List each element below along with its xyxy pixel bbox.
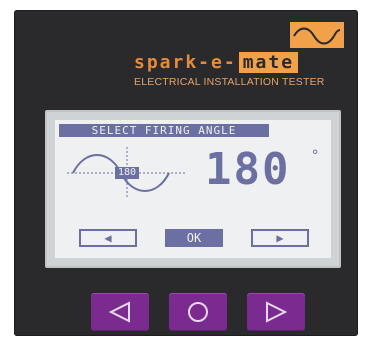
lcd-ok-button[interactable]: OK (165, 229, 223, 247)
brand-logo: spark-e-mate (134, 22, 344, 80)
triangle-left-icon (108, 301, 130, 323)
right-button[interactable] (247, 293, 305, 331)
wave-marker: 180 (115, 167, 139, 179)
triangle-right-icon (266, 301, 288, 323)
lcd-left-button[interactable]: ◀ (79, 229, 137, 247)
circle-icon (188, 302, 208, 322)
degree-symbol: ° (311, 148, 320, 164)
product-subtitle: ELECTRICAL INSTALLATION TESTER (134, 76, 325, 88)
brand-wordmark: spark-e-mate (134, 52, 299, 73)
lcd-title: SELECT FIRING ANGLE (59, 124, 269, 137)
left-button[interactable] (91, 293, 149, 331)
lcd-right-button[interactable]: ▶ (251, 229, 309, 247)
wave-marker-label: 180 (117, 167, 137, 178)
lcd-frame: SELECT FIRING ANGLE 180 180 ° ◀ OK ▶ (45, 110, 341, 268)
left-arrow-icon: ◀ (104, 231, 112, 245)
center-button[interactable] (169, 293, 227, 331)
ok-label: OK (186, 231, 202, 245)
device-panel: spark-e-mate ELECTRICAL INSTALLATION TES… (14, 10, 358, 336)
brand-name-box: mate (238, 52, 299, 73)
lcd-screen: SELECT FIRING ANGLE 180 180 ° ◀ OK ▶ (55, 120, 331, 258)
firing-angle-value: 180 (205, 144, 291, 195)
sine-wave-icon (290, 22, 344, 48)
right-arrow-icon: ▶ (276, 231, 284, 245)
lcd-button-row: ◀ OK ▶ (69, 229, 319, 251)
brand-name-prefix: spark-e- (134, 52, 237, 73)
sine-wave-graph: 180 (63, 141, 191, 205)
